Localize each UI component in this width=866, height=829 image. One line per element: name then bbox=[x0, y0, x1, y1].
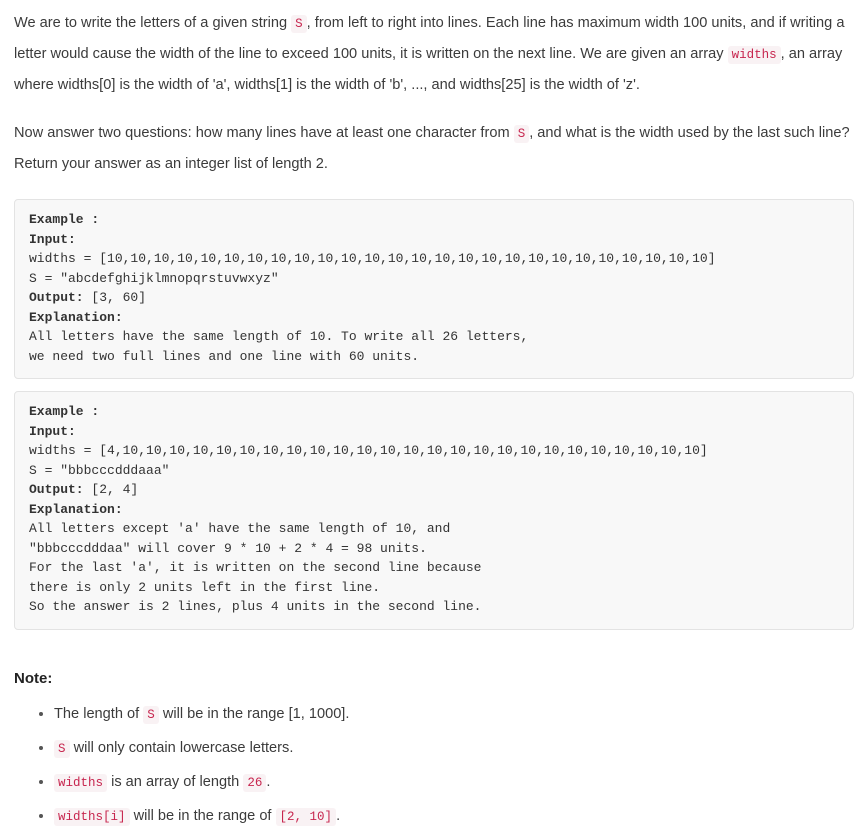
inline-code-token: S bbox=[513, 125, 530, 143]
text-run: is an array of length bbox=[107, 773, 244, 790]
inline-code-token: 26 bbox=[243, 773, 267, 792]
example-code-block: Example : Input: widths = [4,10,10,10,10… bbox=[29, 402, 839, 617]
example-output-value: [3, 60] bbox=[91, 290, 147, 305]
example-s-line: S = "bbbcccdddaaa" bbox=[29, 462, 170, 478]
example-explanation-line: we need two full lines and one line with… bbox=[29, 348, 420, 364]
examples-section: Example : Input: widths = [10,10,10,10,1… bbox=[14, 199, 854, 630]
note-item-note-1: The length of S will be in the range [1,… bbox=[54, 702, 854, 727]
text-run: will be in the range [1, 1000]. bbox=[158, 705, 350, 722]
inline-code-token: widths[i] bbox=[54, 807, 130, 826]
inline-code-token: S bbox=[54, 739, 70, 758]
inline-code-token: widths bbox=[54, 773, 108, 792]
example-box-example-2: Example : Input: widths = [4,10,10,10,10… bbox=[14, 391, 854, 630]
example-explanation-label: Explanation: bbox=[29, 501, 123, 517]
inline-code-token: [2, 10] bbox=[275, 807, 337, 826]
inline-code-token: S bbox=[143, 705, 159, 724]
text-run: The length of bbox=[54, 705, 144, 722]
example-heading: Example : bbox=[29, 404, 100, 419]
example-explanation-line: All letters have the same length of 10. … bbox=[29, 329, 529, 344]
example-input-label: Input: bbox=[29, 231, 76, 247]
note-constraints-list: The length of S will be in the range [1,… bbox=[14, 702, 854, 829]
example-explanation-line: there is only 2 units left in the first … bbox=[29, 579, 381, 595]
example-widths-line: widths = [4,10,10,10,10,10,10,10,10,10,1… bbox=[29, 443, 708, 458]
problem-statement-page: We are to write the letters of a given s… bbox=[0, 0, 866, 829]
example-explanation-line: For the last 'a', it is written on the s… bbox=[29, 560, 482, 575]
example-box-example-1: Example : Input: widths = [10,10,10,10,1… bbox=[14, 199, 854, 379]
text-run: Now answer two questions: how many lines… bbox=[14, 125, 514, 141]
text-run: . bbox=[336, 807, 341, 824]
example-heading: Example : bbox=[29, 212, 100, 227]
example-widths-line: widths = [10,10,10,10,10,10,10,10,10,10,… bbox=[29, 251, 716, 266]
text-run: will be in the range of bbox=[129, 807, 276, 824]
example-output-value: [2, 4] bbox=[91, 482, 139, 497]
note-item-note-3: widths is an array of length 26. bbox=[54, 770, 854, 795]
paragraph-intro: We are to write the letters of a given s… bbox=[14, 8, 854, 100]
text-run: We are to write the letters of a given s… bbox=[14, 15, 292, 31]
example-code-block: Example : Input: widths = [10,10,10,10,1… bbox=[29, 210, 839, 366]
example-explanation-line: "bbbcccdddaa" will cover 9 * 10 + 2 * 4 … bbox=[29, 540, 427, 556]
inline-code-token: S bbox=[291, 15, 307, 33]
note-heading: Note: bbox=[14, 669, 53, 687]
example-output-label: Output: bbox=[29, 290, 84, 305]
note-item-note-2: S will only contain lowercase letters. bbox=[54, 736, 854, 761]
example-input-label: Input: bbox=[29, 423, 76, 439]
example-output-label: Output: bbox=[29, 482, 84, 497]
text-run: . bbox=[266, 773, 271, 790]
inline-code-token: widths bbox=[727, 46, 781, 64]
example-explanation-label: Explanation: bbox=[29, 309, 123, 325]
paragraph-questions: Now answer two questions: how many lines… bbox=[14, 118, 854, 179]
text-run: will only contain lowercase letters. bbox=[69, 739, 294, 756]
example-explanation-line: So the answer is 2 lines, plus 4 units i… bbox=[29, 599, 482, 614]
description-section: We are to write the letters of a given s… bbox=[14, 8, 854, 179]
note-item-note-4: widths[i] will be in the range of [2, 10… bbox=[54, 804, 854, 829]
example-s-line: S = "abcdefghijklmnopqrstuvwxyz" bbox=[29, 270, 279, 286]
example-explanation-line: All letters except 'a' have the same len… bbox=[29, 521, 451, 536]
